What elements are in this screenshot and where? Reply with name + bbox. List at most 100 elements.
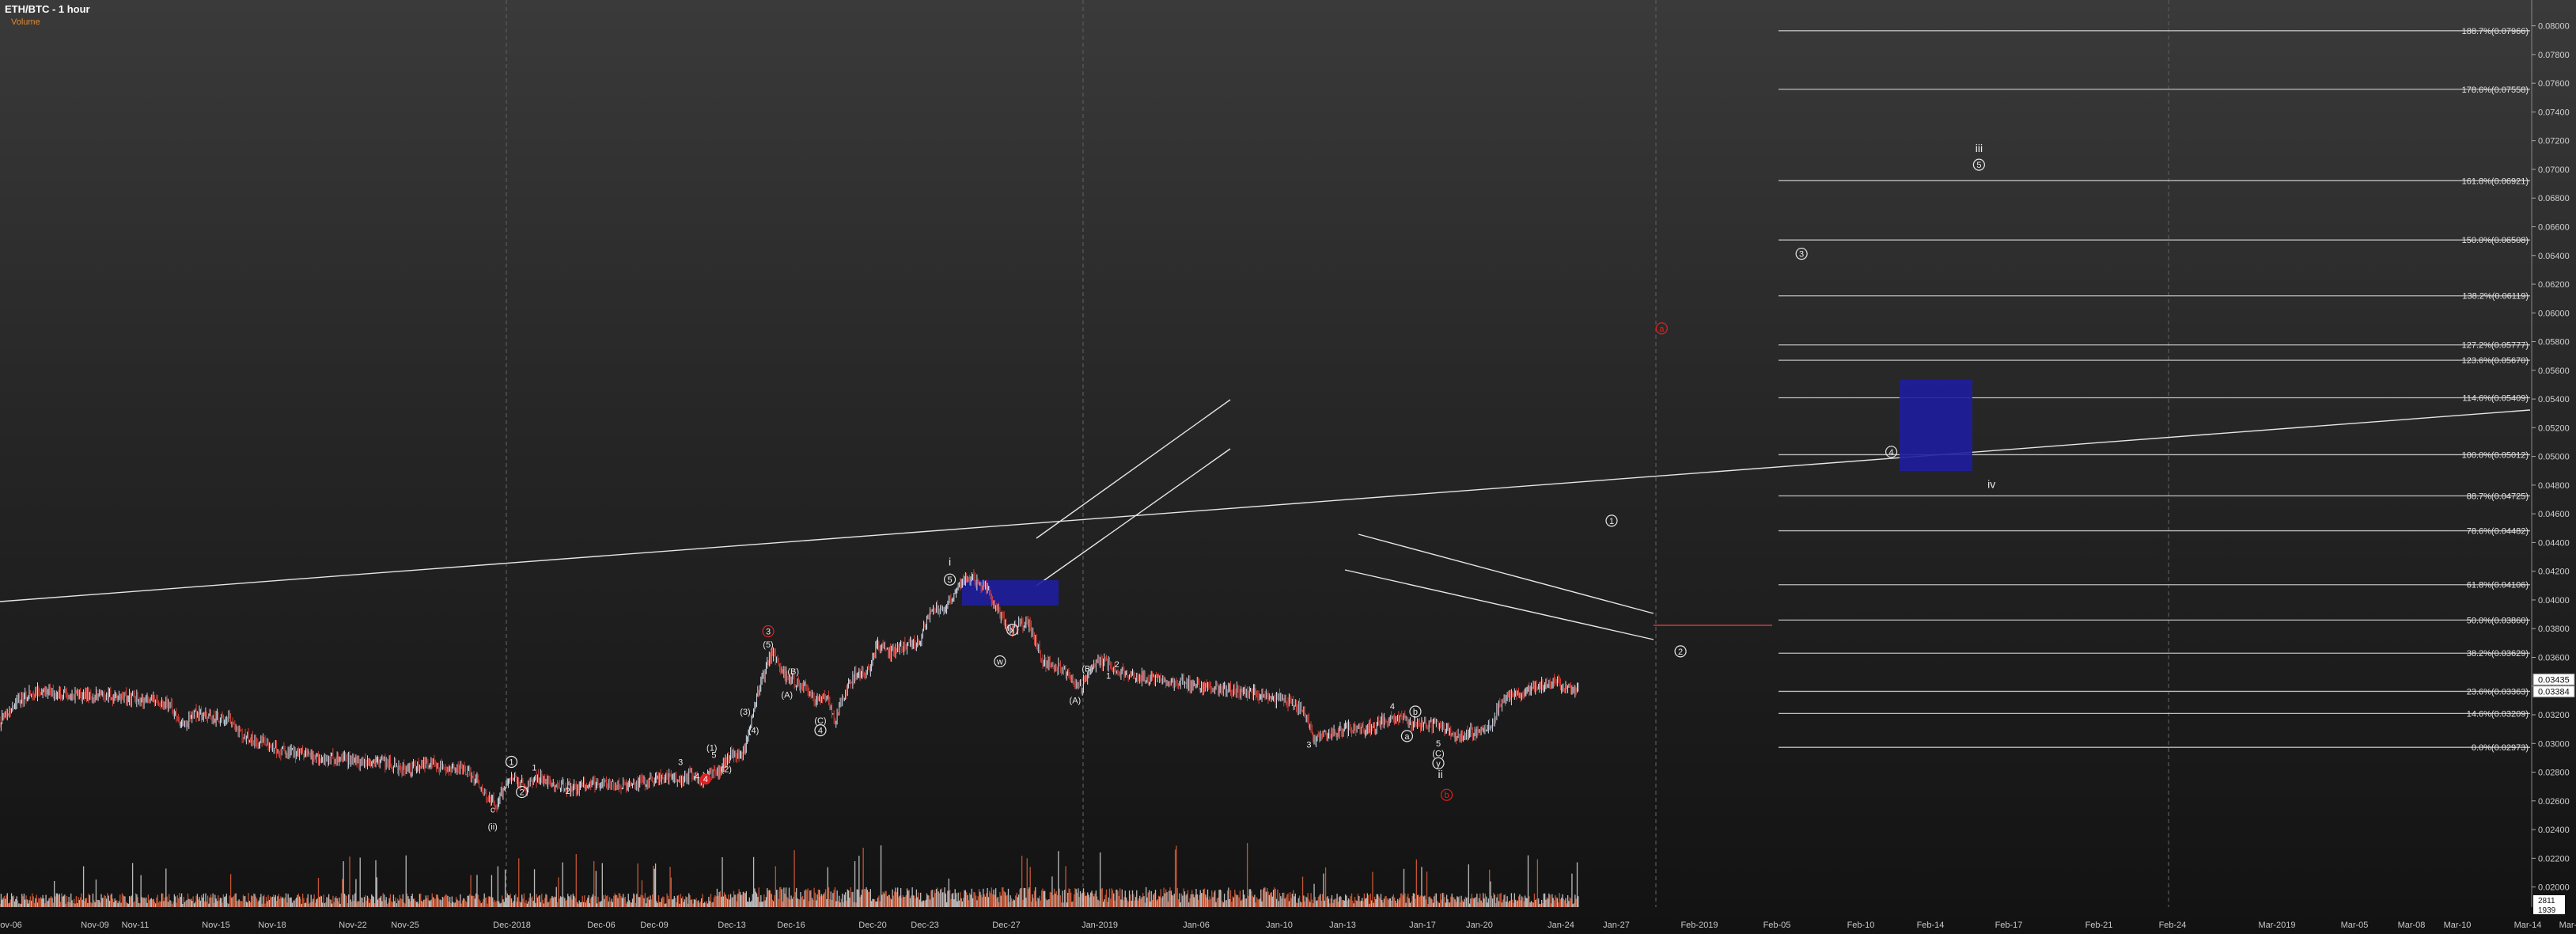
volume-bar <box>1314 897 1316 907</box>
volume-bar <box>212 893 214 907</box>
volume-bar <box>1369 893 1371 907</box>
price-chart[interactable]: 188.7%(0.07966)178.6%(0.07558)161.8%(0.0… <box>0 0 2576 934</box>
volume-bar <box>928 895 930 907</box>
wave-label: 3 <box>1795 247 1808 260</box>
volume-bar <box>1101 888 1103 907</box>
volume-bar <box>1260 889 1262 907</box>
volume-bar <box>468 895 470 907</box>
volume-bar <box>866 890 869 907</box>
volume-bar <box>66 896 68 907</box>
volume-bar <box>1249 889 1252 907</box>
volume-bar <box>1393 897 1396 907</box>
volume-bar <box>1104 894 1106 907</box>
volume-bar <box>1489 869 1491 907</box>
volume-bar <box>206 901 207 907</box>
x-tick-label: Dec-27 <box>992 921 1020 930</box>
volume-bar <box>725 898 727 907</box>
volume-bar <box>1305 896 1307 907</box>
volume-bar <box>891 899 892 907</box>
volume-bar <box>734 894 736 907</box>
volume-bar <box>1124 890 1126 907</box>
volume-bar <box>473 895 475 907</box>
volume-bar <box>1111 888 1112 907</box>
volume-bar <box>407 896 409 907</box>
volume-bar <box>907 890 909 907</box>
volume-bar <box>1512 899 1513 907</box>
volume-bar <box>1535 899 1536 907</box>
volume-bar <box>1426 871 1428 907</box>
volume-bar <box>1180 893 1183 907</box>
trend-line[interactable] <box>1344 569 1654 640</box>
volume-bar <box>1316 900 1318 907</box>
wave-label-text: 3 <box>1306 741 1311 750</box>
volume-bar <box>858 856 860 907</box>
volume-bar <box>351 902 353 907</box>
volume-bar <box>623 898 625 907</box>
volume-bar <box>1183 888 1184 907</box>
volume-bar <box>729 899 730 907</box>
trend-line[interactable] <box>1358 533 1654 614</box>
volume-bar <box>206 895 209 907</box>
volume-bar <box>646 898 648 907</box>
volume-bar <box>1342 900 1343 907</box>
volume-bar <box>435 894 438 907</box>
volume-bar <box>354 893 356 907</box>
volume-bar <box>1154 892 1155 907</box>
volume-bar <box>219 898 222 907</box>
volume-bar <box>921 902 922 907</box>
volume-bar <box>1300 902 1301 907</box>
volume-bar <box>256 898 258 907</box>
volume-bar <box>1234 890 1236 907</box>
volume-bar <box>1271 896 1273 907</box>
volume-bar <box>1225 900 1227 907</box>
volume-bar <box>1110 898 1112 907</box>
volume-bar <box>461 900 464 907</box>
volume-bar <box>1061 902 1063 907</box>
volume-bar <box>1193 897 1195 907</box>
volume-bar <box>504 869 506 907</box>
volume-bar <box>547 902 549 907</box>
volume-bar <box>1127 902 1129 907</box>
volume-bar <box>492 897 494 907</box>
wave-label: 5 <box>1436 739 1441 749</box>
y-tick-label: 0.06600 <box>2538 223 2570 233</box>
volume-bar <box>215 898 217 907</box>
volume-bar <box>1320 900 1322 907</box>
volume-bar <box>1430 898 1432 907</box>
volume-bar <box>783 887 785 907</box>
volume-bar <box>555 887 557 907</box>
volume-bar <box>1272 890 1275 907</box>
volume-bar <box>1494 894 1495 907</box>
volume-bar <box>595 871 597 907</box>
volume-bar <box>865 889 866 907</box>
volume-bar <box>180 896 181 907</box>
fib-level-label: 23.6%(0.03363) <box>2467 687 2529 697</box>
volume-bar <box>144 898 146 907</box>
volume-bar <box>663 897 665 907</box>
volume-bar <box>536 894 537 907</box>
volume-bar <box>1068 888 1070 907</box>
volume-bar <box>931 889 933 907</box>
volume-bar <box>640 894 642 907</box>
volume-bar <box>1290 898 1292 907</box>
volume-bar <box>56 893 59 907</box>
volume-bar <box>487 903 488 907</box>
volume-bar <box>619 894 621 907</box>
wave-label: 3 <box>1306 741 1311 750</box>
volume-bar <box>1427 903 1429 907</box>
volume-bar <box>277 896 278 907</box>
volume-bar <box>35 898 36 907</box>
volume-bar <box>175 896 176 907</box>
volume-bar <box>1251 890 1252 907</box>
volume-bar <box>1494 902 1497 907</box>
x-tick-label: Mar-2019 <box>2258 921 2295 930</box>
volume-bar <box>680 898 683 907</box>
trend-line[interactable] <box>0 409 2531 602</box>
volume-bar <box>1082 888 1085 907</box>
volume-bar <box>121 893 123 907</box>
wave-label-text: i <box>949 555 951 568</box>
volume-bar <box>1263 887 1265 907</box>
volume-bar <box>85 898 86 907</box>
volume-bar <box>1219 889 1221 907</box>
volume-bar <box>475 893 477 907</box>
